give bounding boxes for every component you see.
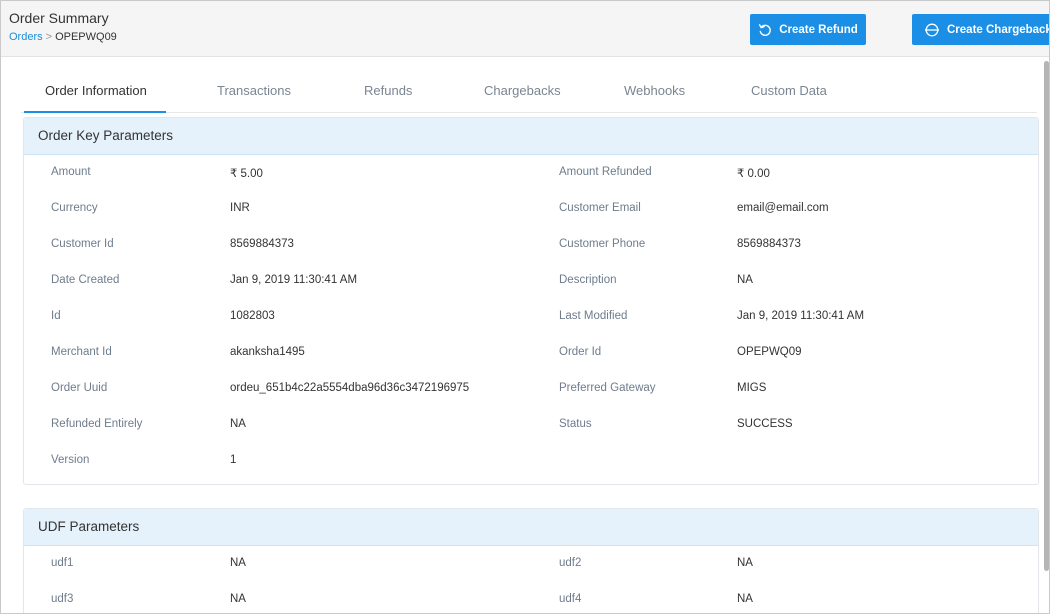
- breadcrumb-current: OPEPWQ09: [55, 31, 117, 43]
- param-label-order-uuid: Order Uuid: [51, 382, 108, 394]
- param-value-order-uuid: ordeu_651b4c22a5554dba96d36c3472196975: [230, 382, 470, 394]
- parameter-row: Merchant Id akanksha1495 Order Id OPEPWQ…: [24, 346, 1038, 366]
- param-value-status: SUCCESS: [737, 418, 793, 430]
- param-label-udf4: udf4: [559, 593, 582, 605]
- tab-custom-data[interactable]: Custom Data: [751, 83, 827, 98]
- param-value-currency: INR: [230, 202, 250, 214]
- param-label-customer-phone: Customer Phone: [559, 238, 646, 250]
- param-value-order-id: OPEPWQ09: [737, 346, 802, 358]
- param-label-id: Id: [51, 310, 61, 322]
- param-label-refunded-entirely: Refunded Entirely: [51, 418, 143, 430]
- order-key-parameters-panel: Order Key Parameters Amount ₹ 5.00 Amoun…: [23, 117, 1039, 485]
- create-refund-button[interactable]: Create Refund: [750, 14, 866, 45]
- param-label-customer-id: Customer Id: [51, 238, 114, 250]
- param-value-refunded-entirely: NA: [230, 418, 246, 430]
- param-value-customer-email: email@email.com: [737, 202, 829, 214]
- order-tabs: Order Information Transactions Refunds C…: [21, 75, 1037, 113]
- create-refund-label: Create Refund: [779, 23, 858, 36]
- breadcrumb-separator: >: [45, 31, 53, 43]
- card-icon: [924, 23, 940, 37]
- parameter-row: Version 1: [24, 454, 1038, 474]
- parameter-row: Order Uuid ordeu_651b4c22a5554dba96d36c3…: [24, 382, 1038, 402]
- panel-title: Order Key Parameters: [24, 118, 1038, 155]
- parameter-row: Date Created Jan 9, 2019 11:30:41 AM Des…: [24, 274, 1038, 294]
- param-label-udf3: udf3: [51, 593, 74, 605]
- param-label-merchant-id: Merchant Id: [51, 346, 112, 358]
- param-value-amount-refunded: ₹ 0.00: [737, 168, 770, 180]
- param-value-date-created: Jan 9, 2019 11:30:41 AM: [230, 274, 358, 286]
- breadcrumb: Orders > OPEPWQ09: [9, 31, 117, 43]
- udf-parameters-panel: UDF Parameters udf1 NA udf2 NA udf3 NA u…: [23, 508, 1039, 613]
- panel-title: UDF Parameters: [24, 509, 1038, 546]
- tab-refunds[interactable]: Refunds: [364, 83, 412, 98]
- param-value-preferred-gateway: MIGS: [737, 382, 767, 394]
- parameter-row: udf3 NA udf4 NA: [24, 593, 1038, 613]
- parameter-row: Refunded Entirely NA Status SUCCESS: [24, 418, 1038, 438]
- param-label-description: Description: [559, 274, 617, 286]
- refresh-ccw-icon: [758, 23, 772, 37]
- param-value-description: NA: [737, 274, 753, 286]
- param-label-order-id: Order Id: [559, 346, 602, 358]
- param-value-customer-id: 8569884373: [230, 238, 294, 250]
- param-value-amount: ₹ 5.00: [230, 168, 263, 180]
- tab-webhooks[interactable]: Webhooks: [624, 83, 685, 98]
- page-header: Order Summary Orders > OPEPWQ09 Create Ref…: [1, 1, 1050, 57]
- param-value-version: 1: [230, 454, 237, 466]
- param-label-last-modified: Last Modified: [559, 310, 628, 322]
- parameter-row: Currency INR Customer Email email@email.…: [24, 202, 1038, 222]
- param-value-udf4: NA: [737, 593, 753, 605]
- vertical-scrollbar[interactable]: [1044, 61, 1049, 571]
- param-value-customer-phone: 8569884373: [737, 238, 801, 250]
- app-frame: Order Summary Orders > OPEPWQ09 Create Ref…: [0, 0, 1050, 614]
- param-value-udf1: NA: [230, 557, 246, 569]
- param-label-amount: Amount: [51, 166, 91, 178]
- breadcrumb-orders-link[interactable]: Orders: [9, 31, 43, 43]
- parameter-row: Id 1082803 Last Modified Jan 9, 2019 11:…: [24, 310, 1038, 330]
- tab-chargebacks[interactable]: Chargebacks: [484, 83, 561, 98]
- param-label-preferred-gateway: Preferred Gateway: [559, 382, 656, 394]
- param-label-currency: Currency: [51, 202, 98, 214]
- param-label-udf2: udf2: [559, 557, 582, 569]
- create-chargeback-label: Create Chargeback: [947, 23, 1050, 36]
- param-value-last-modified: Jan 9, 2019 11:30:41 AM: [737, 310, 865, 322]
- param-label-status: Status: [559, 418, 592, 430]
- param-value-udf3: NA: [230, 593, 246, 605]
- tab-transactions[interactable]: Transactions: [217, 83, 291, 98]
- param-label-date-created: Date Created: [51, 274, 120, 286]
- active-tab-indicator: [24, 111, 166, 113]
- parameter-row: Amount ₹ 5.00 Amount Refunded ₹ 0.00: [24, 166, 1038, 186]
- page-title: Order Summary: [9, 10, 109, 26]
- param-label-customer-email: Customer Email: [559, 202, 641, 214]
- parameter-row: Customer Id 8569884373 Customer Phone 85…: [24, 238, 1038, 258]
- param-value-udf2: NA: [737, 557, 753, 569]
- param-label-udf1: udf1: [51, 557, 74, 569]
- param-value-id: 1082803: [230, 310, 275, 322]
- param-label-version: Version: [51, 454, 90, 466]
- parameter-row: udf1 NA udf2 NA: [24, 557, 1038, 577]
- param-label-amount-refunded: Amount Refunded: [559, 166, 652, 178]
- tab-order-information[interactable]: Order Information: [45, 83, 147, 98]
- param-value-merchant-id: akanksha1495: [230, 346, 305, 358]
- create-chargeback-button[interactable]: Create Chargeback: [912, 14, 1050, 45]
